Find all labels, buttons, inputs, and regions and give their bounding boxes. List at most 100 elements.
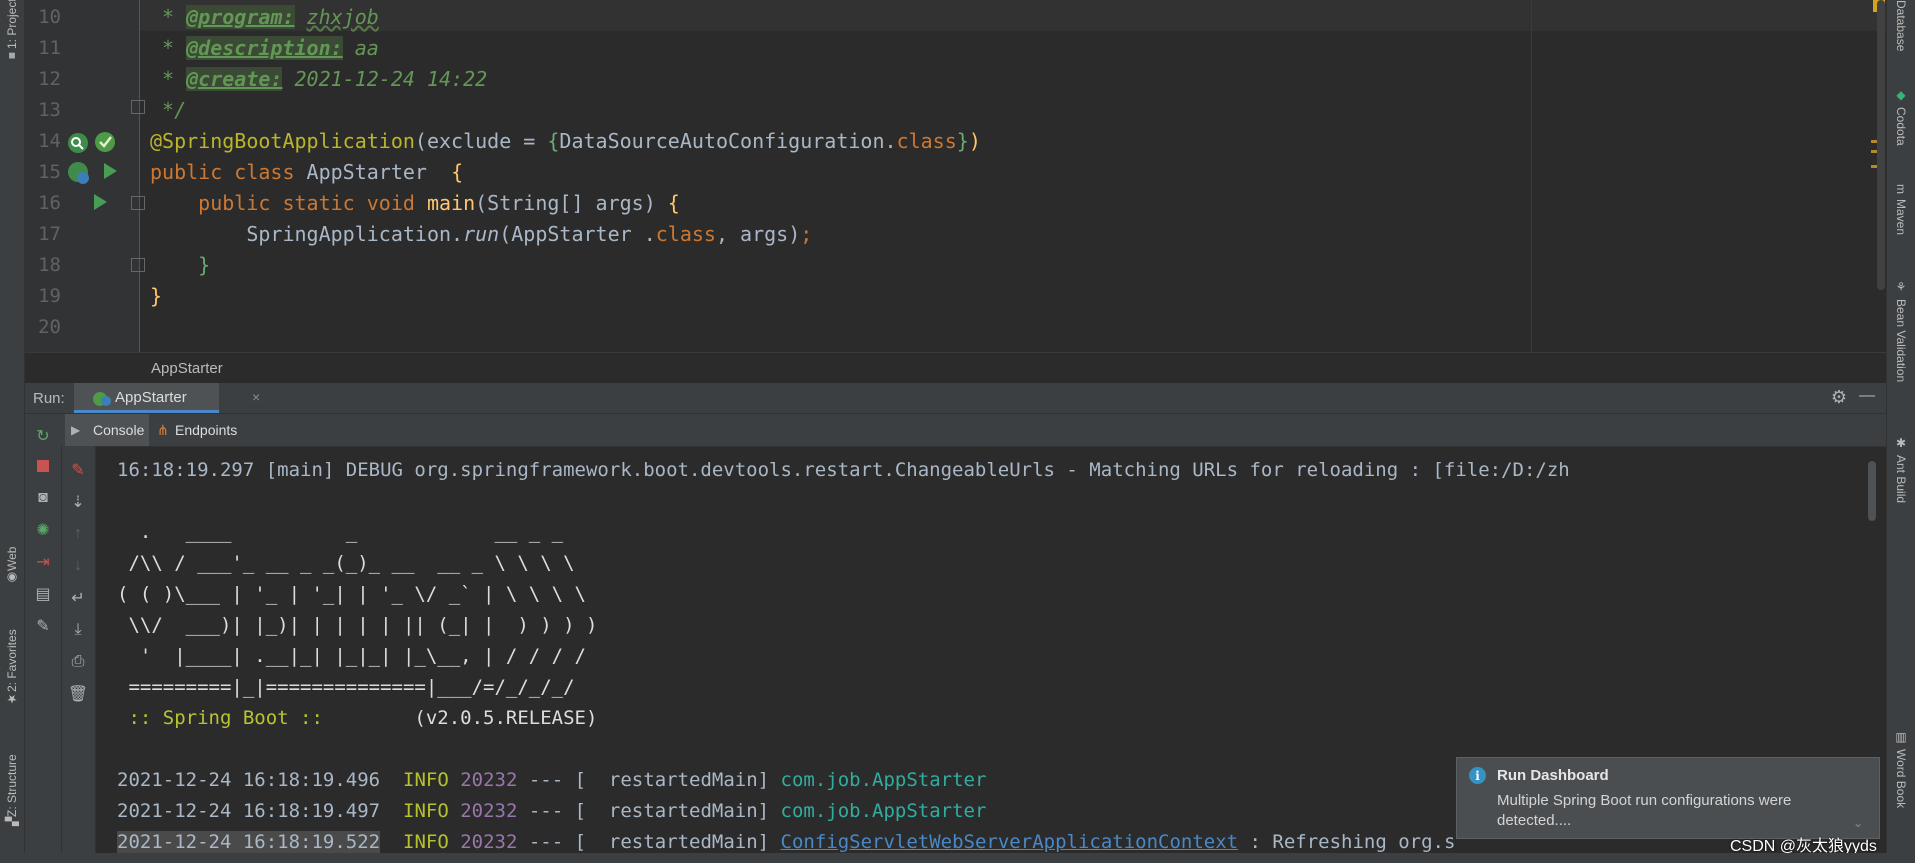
run-panel-header: Run: AppStarter × ⚙ — xyxy=(25,383,1887,414)
code-line-19: } xyxy=(150,284,163,308)
bean-search-icon[interactable] xyxy=(65,130,91,156)
breadcrumb[interactable]: AppStarter xyxy=(151,360,223,377)
tool-label: Database xyxy=(1894,0,1908,52)
tool-label: Web xyxy=(5,546,19,572)
banner-line: ( ( )\___ | '_ | '_| | '_ \/ _` | \ \ \ … xyxy=(117,583,586,605)
tool-codota[interactable]: ◆ Codota xyxy=(1890,88,1912,160)
layout-icon[interactable]: ▤ xyxy=(31,582,55,606)
log-line: 2021-12-24 16:18:19.496 INFO 20232 --- [… xyxy=(117,769,987,791)
rerun-icon[interactable]: ↻ xyxy=(31,424,55,448)
line-number: 20 xyxy=(38,316,61,338)
stop-icon[interactable] xyxy=(31,454,55,478)
info-icon: i xyxy=(1469,767,1486,784)
spring-run-icon xyxy=(93,392,111,406)
arrow-down-icon[interactable]: ↓ xyxy=(66,554,90,578)
bean-icon: ⚘ xyxy=(1894,280,1908,294)
fold-marker[interactable] xyxy=(131,100,145,114)
codota-icon: ◆ xyxy=(1894,88,1908,102)
console-scroll-thumb[interactable] xyxy=(1868,461,1876,521)
tool-web[interactable]: ◉ Web xyxy=(1,538,23,594)
code-line-10: * @program: zhxjob xyxy=(150,5,379,29)
endpoints-icon: ⋔ xyxy=(157,422,169,438)
tool-maven[interactable]: m Maven xyxy=(1890,184,1912,250)
spring-bean-icon[interactable] xyxy=(65,159,91,185)
line-number: 11 xyxy=(38,37,61,59)
gear-icon[interactable]: ⚙ xyxy=(1831,387,1847,408)
status-bar-edge xyxy=(0,853,1915,863)
tool-database[interactable]: Database xyxy=(1890,0,1912,64)
clear-icon[interactable]: ✎ xyxy=(66,458,90,482)
tab-endpoints-label: Endpoints xyxy=(175,422,238,438)
run-main-gutter-icon[interactable] xyxy=(91,192,109,212)
tool-project[interactable]: ■ 1: Project xyxy=(1,0,23,64)
line-number: 10 xyxy=(38,6,61,28)
line-number: 17 xyxy=(38,223,61,245)
maven-icon: m xyxy=(1894,184,1908,194)
exit-icon[interactable]: ⇥ xyxy=(31,550,55,574)
line-number: 12 xyxy=(38,68,61,90)
ant-icon: ✱ xyxy=(1894,436,1908,450)
debug-icon[interactable]: ✺ xyxy=(31,518,55,542)
line-number: 15 xyxy=(38,161,61,183)
code-line-18: } xyxy=(198,253,211,277)
book-icon: ▥ xyxy=(1894,730,1908,744)
tool-label: Z: Structure xyxy=(5,754,19,817)
globe-icon: ◉ xyxy=(5,571,19,586)
scroll-to-end-icon[interactable]: ⤓ xyxy=(66,618,90,642)
tool-label: 2: Favorites xyxy=(5,629,19,693)
tool-label: Ant Build xyxy=(1894,455,1908,504)
fold-marker[interactable] xyxy=(131,258,145,272)
star-icon: ★ xyxy=(5,692,19,707)
right-margin-guide xyxy=(1531,0,1532,352)
tab-console-label: Console xyxy=(93,422,145,438)
tool-word-book[interactable]: ▥ Word Book xyxy=(1890,730,1912,834)
line-number: 19 xyxy=(38,285,61,307)
notification-title: Run Dashboard xyxy=(1497,767,1609,784)
run-tab-label: AppStarter xyxy=(115,389,187,406)
close-icon[interactable]: × xyxy=(252,389,260,405)
code-editor[interactable]: 10 11 12 13 14 15 16 17 18 19 20 * @prog… xyxy=(25,0,1915,352)
folder-icon: ■ xyxy=(5,49,19,64)
minimize-icon[interactable]: — xyxy=(1859,387,1875,405)
right-tool-stripe: Database ◆ Codota m Maven ⚘ Bean Validat… xyxy=(1886,0,1915,863)
console-debug-line: 16:18:19.297 [main] DEBUG org.springfram… xyxy=(117,459,1570,481)
run-tab-appstarter[interactable]: AppStarter × xyxy=(74,383,260,413)
trash-icon[interactable]: 🗑 xyxy=(66,682,90,706)
structure-icon: ▞ xyxy=(5,816,19,826)
editor-gutter: 10 11 12 13 14 15 16 17 18 19 20 xyxy=(25,0,145,352)
run-gutter-icon[interactable] xyxy=(101,161,119,181)
banner-line: \\/ ___)| |_)| | | | | || (_| | ) ) ) ) xyxy=(117,614,598,636)
print-icon[interactable]: ⎙ xyxy=(66,650,90,674)
code-line-13: */ xyxy=(150,98,187,122)
tool-structure[interactable]: ▞ Z: Structure xyxy=(1,740,23,840)
tool-label: Bean Validation xyxy=(1894,299,1908,383)
arrow-up-icon[interactable]: ↑ xyxy=(66,522,90,546)
breadcrumb-bar: AppStarter xyxy=(25,352,1887,384)
tool-label: Codota xyxy=(1894,107,1908,146)
spring-check-icon[interactable] xyxy=(93,130,117,154)
console-toolbar: ✎ ⇣ ↑ ↓ ↵ ⤓ ⎙ 🗑 xyxy=(62,446,96,863)
tool-bean-validation[interactable]: ⚘ Bean Validation xyxy=(1890,280,1912,402)
chevron-down-icon[interactable]: ⌄ xyxy=(1853,816,1863,830)
code-line-17: SpringApplication.run(AppStarter .class,… xyxy=(246,222,813,246)
line-number: 13 xyxy=(38,99,61,121)
banner-line: . ____ _ __ _ _ xyxy=(117,521,564,543)
banner-line: ' |____| .__|_| |_|_| |_\__, | / / / / xyxy=(117,645,586,667)
editor-scrollbar[interactable] xyxy=(1877,0,1885,290)
tool-favorites[interactable]: ★ 2: Favorites xyxy=(1,620,23,716)
tab-console[interactable]: ▶ Console xyxy=(65,414,149,446)
tab-endpoints[interactable]: ⋔ Endpoints xyxy=(153,414,249,446)
fold-marker[interactable] xyxy=(131,196,145,210)
pin-icon[interactable]: ✎ xyxy=(31,614,55,638)
code-line-15: public class AppStarter { xyxy=(150,160,464,184)
spring-boot-version-line: :: Spring Boot :: (v2.0.5.RELEASE) xyxy=(117,707,598,729)
notification-body: Multiple Spring Boot run configurations … xyxy=(1497,792,1792,829)
sort-down-icon[interactable]: ⇣ xyxy=(66,490,90,514)
tool-ant-build[interactable]: ✱ Ant Build xyxy=(1890,436,1912,520)
soft-wrap-icon[interactable]: ↵ xyxy=(66,586,90,610)
run-toolbar: ↻ ◙ ✺ ⇥ ▤ ✎ xyxy=(25,414,62,863)
camera-icon[interactable]: ◙ xyxy=(31,486,55,510)
tool-label: 1: Project xyxy=(5,0,19,50)
run-subtab-bar: ▶ Console ⋔ Endpoints xyxy=(61,414,1887,447)
run-dashboard-notification[interactable]: i Run Dashboard Multiple Spring Boot run… xyxy=(1456,757,1880,839)
